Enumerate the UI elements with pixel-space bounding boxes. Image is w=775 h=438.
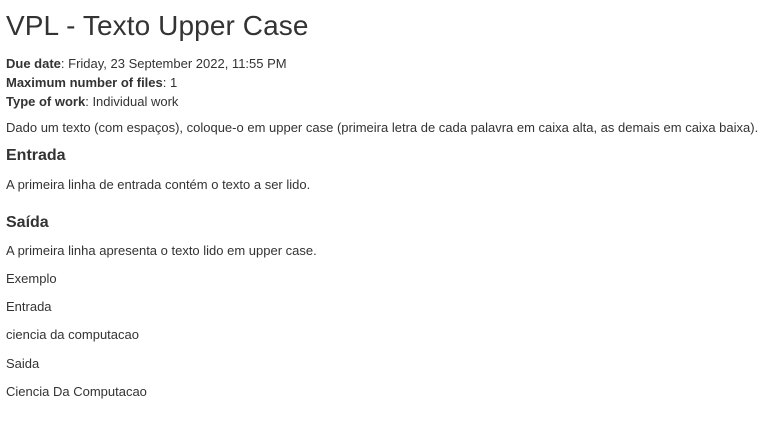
example-input-value: ciencia da computacao <box>6 327 139 342</box>
example-label: Exemplo <box>6 271 57 286</box>
due-date-label: Due date <box>6 56 61 71</box>
saida-heading: Saída <box>6 214 49 231</box>
due-date-value: : Friday, 23 September 2022, 11:55 PM <box>60 56 287 71</box>
max-files-value: : 1 <box>162 75 178 90</box>
entrada-heading: Entrada <box>6 147 66 164</box>
description-text: Dado um texto (com espaços), coloque-o e… <box>6 120 759 135</box>
saida-text: A primeira linha apresenta o texto lido … <box>6 243 317 258</box>
example-output-label: Saida <box>6 356 40 371</box>
max-files-label: Maximum number of files <box>6 75 163 90</box>
example-output-value: Ciencia Da Computacao <box>6 384 147 399</box>
entrada-text: A primeira linha de entrada contém o tex… <box>6 177 311 192</box>
page-title: VPL - Texto Upper Case <box>6 10 309 41</box>
work-type-value: : Individual work <box>85 94 179 109</box>
due-date-row: Due date: Friday, 23 September 2022, 11:… <box>6 54 287 73</box>
max-files-row: Maximum number of files: 1 <box>6 73 287 92</box>
work-type-row: Type of work: Individual work <box>6 92 287 111</box>
work-type-label: Type of work <box>6 94 86 109</box>
assignment-meta: Due date: Friday, 23 September 2022, 11:… <box>6 54 287 111</box>
example-input-label: Entrada <box>6 299 52 314</box>
